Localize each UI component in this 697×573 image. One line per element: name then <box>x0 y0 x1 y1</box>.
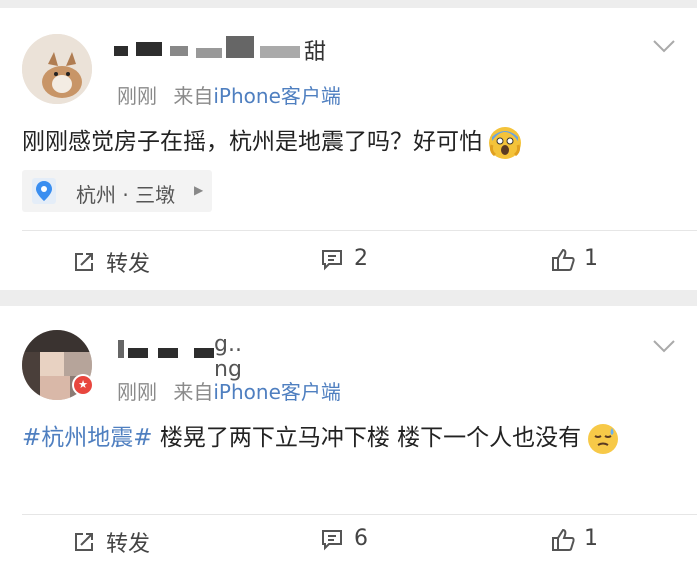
username-text: 甜 <box>304 40 327 65</box>
post-meta: 刚刚 来自iPhone客户端 <box>117 376 341 405</box>
like-count: 1 <box>584 526 598 551</box>
like-button[interactable]: 1 <box>550 526 598 551</box>
comment-button[interactable]: 2 <box>320 246 368 271</box>
source-prefix: 来自 <box>173 380 214 404</box>
source-device[interactable]: iPhone客户端 <box>213 84 341 108</box>
post-time: 刚刚 <box>117 84 157 108</box>
repost-icon <box>72 530 96 554</box>
thumbs-up-icon <box>550 247 575 271</box>
repost-label: 转发 <box>106 532 151 557</box>
verified-badge: ★ <box>72 374 94 396</box>
comment-button[interactable]: 6 <box>320 526 368 551</box>
post-time: 刚刚 <box>117 380 157 404</box>
post-meta: 刚刚 来自iPhone客户端 <box>117 80 341 109</box>
post-text: 刚刚感觉房子在摇，杭州是地震了吗？好可怕 <box>22 122 522 162</box>
like-count: 1 <box>584 246 598 271</box>
avatar[interactable] <box>22 34 92 104</box>
divider <box>22 514 697 515</box>
repost-label: 转发 <box>106 252 151 277</box>
source-prefix: 来自 <box>173 84 214 108</box>
comment-icon <box>320 527 344 551</box>
post-body: 楼晃了两下立马冲下楼 楼下一个人也没有 <box>152 425 582 451</box>
chevron-down-icon[interactable] <box>652 34 676 58</box>
repost-icon <box>72 250 96 274</box>
weibo-post-1: 甜 刚刚 来自iPhone客户端 刚刚感觉房子在摇，杭州是地震了吗？好可怕 杭州… <box>0 8 697 290</box>
divider <box>22 230 697 231</box>
scream-emoji-icon <box>489 126 522 159</box>
source-device[interactable]: iPhone客户端 <box>213 380 341 404</box>
post-body: 刚刚感觉房子在摇，杭州是地震了吗？好可怕 <box>22 129 482 155</box>
repost-button[interactable]: 转发 <box>72 246 150 278</box>
sweat-emoji-icon <box>588 423 619 454</box>
play-arrow-icon: ▶ <box>194 183 204 197</box>
location-pin-icon <box>32 178 56 204</box>
comment-count: 6 <box>354 526 368 551</box>
post-text: #杭州地震# 楼晃了两下立马冲下楼 楼下一个人也没有 <box>22 418 672 458</box>
weibo-post-2: ★ g.. ng 刚刚 来自iPhone客户端 #杭州地震# 楼晃了两下立马冲下… <box>0 306 697 573</box>
thumbs-up-icon <box>550 527 575 551</box>
comment-count: 2 <box>354 246 368 271</box>
hashtag-link[interactable]: #杭州地震# <box>22 425 153 451</box>
chevron-down-icon[interactable] <box>652 334 676 358</box>
star-icon: ★ <box>74 376 92 394</box>
location-label: 杭州 · 三墩 <box>76 183 176 207</box>
username-text: g.. ng <box>214 332 242 382</box>
repost-button[interactable]: 转发 <box>72 526 150 558</box>
like-button[interactable]: 1 <box>550 246 598 271</box>
location-tag[interactable]: 杭州 · 三墩 ▶ <box>22 170 212 212</box>
comment-icon <box>320 247 344 271</box>
